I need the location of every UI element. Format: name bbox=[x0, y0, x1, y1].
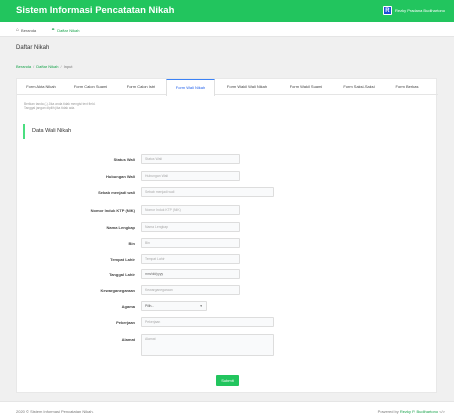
footer-powered: Powered by bbox=[377, 409, 399, 414]
note-line: Tanggal jangan dipilih jika tidak ada. bbox=[24, 106, 76, 111]
user-logo-icon: R bbox=[382, 6, 392, 15]
tab-wali-nikah[interactable]: Form Wali Nikah bbox=[166, 79, 215, 96]
navbar: ⌂ Beranda ⚭ Daftar Nikah bbox=[0, 22, 454, 37]
top-bar: Sistem Informasi Pencatatan Nikah R Rezk… bbox=[0, 0, 454, 22]
footer: 2020 © Sistem Informasi Pencatatan Nikah… bbox=[0, 401, 454, 420]
input-nik[interactable]: Nomor Induk KTP (NIK) bbox=[141, 205, 240, 215]
tab-saksi-saksi[interactable]: Form Saksi-Saksi bbox=[333, 79, 385, 95]
form-tabs: Form Akta Nikah Form Calon Suami Form Ca… bbox=[17, 79, 438, 96]
form-notes: Berikan tanda (-) Jika anda tidak mengis… bbox=[24, 102, 95, 110]
label-pekerjaan: Pekerjaan bbox=[116, 320, 135, 325]
input-hubungan-wali[interactable]: Hubungan Wali bbox=[141, 171, 240, 181]
nav-beranda[interactable]: ⌂ Beranda bbox=[16, 27, 36, 33]
label-status-wali: Status Wali bbox=[113, 157, 135, 162]
nav-daftar-nikah-label: Daftar Nikah bbox=[57, 27, 80, 33]
app-title[interactable]: Sistem Informasi Pencatatan Nikah bbox=[16, 5, 174, 16]
input-tanggal-lahir[interactable]: mm/dd/yyyy bbox=[141, 269, 240, 279]
submit-button[interactable]: Submit bbox=[216, 375, 239, 386]
input-kewarganegaraan[interactable]: Kewarganegaraan bbox=[141, 285, 240, 295]
home-icon: ⌂ bbox=[16, 27, 20, 33]
input-sebab-wali[interactable]: Sebab menjadi wali bbox=[141, 187, 274, 197]
user-menu[interactable]: R Rezky Pradana Budihartono bbox=[382, 6, 445, 15]
footer-author-link[interactable]: Rezky P. Budihartono bbox=[400, 409, 438, 414]
label-tempat-lahir: Tempat Lahir bbox=[110, 257, 135, 262]
list-icon: ⚭ bbox=[51, 27, 56, 33]
breadcrumb-current: Input bbox=[63, 64, 73, 69]
tab-calon-istri[interactable]: Form Calon Istri bbox=[116, 79, 166, 95]
section-header: Data Wali Nikah bbox=[23, 124, 432, 139]
input-status-wali[interactable]: Status Wali bbox=[141, 154, 240, 164]
label-sebab-wali: Sebab menjadi wali bbox=[98, 190, 135, 195]
breadcrumb: Beranda / Daftar Nikah / Input bbox=[16, 64, 73, 69]
label-nama: Nama Lengkap bbox=[106, 225, 135, 230]
textarea-alamat[interactable]: Alamat bbox=[141, 334, 274, 356]
tab-akta-nikah[interactable]: Form Akta Nikah bbox=[17, 79, 65, 95]
breadcrumb-separator: / bbox=[33, 64, 35, 69]
input-pekerjaan[interactable]: Pekerjaan bbox=[141, 317, 274, 327]
input-nama[interactable]: Nama Lengkap bbox=[141, 222, 240, 232]
user-name: Rezky Pradana Budihartono bbox=[394, 8, 445, 13]
section-title: Data Wali Nikah bbox=[32, 128, 72, 134]
form-card: Form Akta Nikah Form Calon Suami Form Ca… bbox=[16, 78, 438, 393]
nav-daftar-nikah[interactable]: ⚭ Daftar Nikah bbox=[51, 27, 79, 33]
input-tempat-lahir[interactable]: Tempat Lahir bbox=[141, 254, 240, 264]
tab-wakil-wali-nikah[interactable]: Form Wakil Wali Nikah bbox=[215, 79, 279, 95]
code-icon: </> bbox=[439, 409, 445, 414]
label-agama: Agama bbox=[121, 304, 135, 309]
breadcrumb-daftar-nikah[interactable]: Daftar Nikah bbox=[36, 64, 58, 69]
footer-copyright: 2020 © Sistem Informasi Pencatatan Nikah… bbox=[16, 409, 94, 414]
tab-wakil-suami[interactable]: Form Wakil Suami bbox=[279, 79, 333, 95]
tab-berkas[interactable]: Form Berkas bbox=[385, 79, 429, 95]
nav-beranda-label: Beranda bbox=[21, 27, 37, 33]
label-hubungan-wali: Hubungan Wali bbox=[106, 174, 135, 179]
select-agama-value: Pilih... bbox=[145, 304, 155, 308]
label-nik: Nomor Induk KTP (NIK) bbox=[90, 208, 135, 213]
page-title: Daftar Nikah bbox=[16, 45, 50, 51]
label-tanggal-lahir: Tanggal Lahir bbox=[109, 272, 135, 277]
breadcrumb-beranda[interactable]: Beranda bbox=[16, 64, 31, 69]
footer-credit: Powered by Rezky P. Budihartono </> bbox=[378, 409, 445, 414]
breadcrumb-separator: / bbox=[60, 64, 62, 69]
select-agama[interactable]: Pilih... ▾ bbox=[141, 301, 207, 311]
label-kewarganegaraan: Kewarganegaraan bbox=[100, 288, 135, 293]
label-bin: Bin bbox=[128, 241, 135, 246]
chevron-down-icon: ▾ bbox=[200, 304, 202, 308]
input-bin[interactable]: Bin bbox=[141, 238, 240, 248]
label-alamat: Alamat bbox=[121, 337, 135, 342]
tab-calon-suami[interactable]: Form Calon Suami bbox=[65, 79, 116, 95]
